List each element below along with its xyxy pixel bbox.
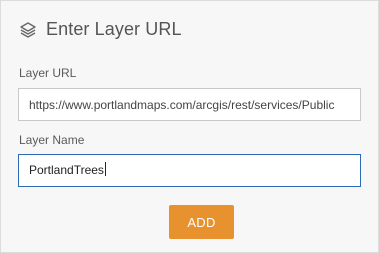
panel-title: Enter Layer URL <box>46 19 182 39</box>
layer-name-input[interactable]: PortlandTrees <box>18 154 361 187</box>
panel-header: Enter Layer URL <box>19 19 182 40</box>
layer-name-value: PortlandTrees <box>29 163 104 177</box>
layer-url-label: Layer URL <box>19 66 77 80</box>
layers-icon <box>19 21 37 39</box>
layer-name-label: Layer Name <box>19 133 85 147</box>
add-button[interactable]: ADD <box>169 205 234 239</box>
text-cursor <box>104 162 106 176</box>
layer-url-input[interactable] <box>18 88 361 121</box>
add-layer-panel: Enter Layer URL Layer URL Layer Name Por… <box>0 0 379 253</box>
